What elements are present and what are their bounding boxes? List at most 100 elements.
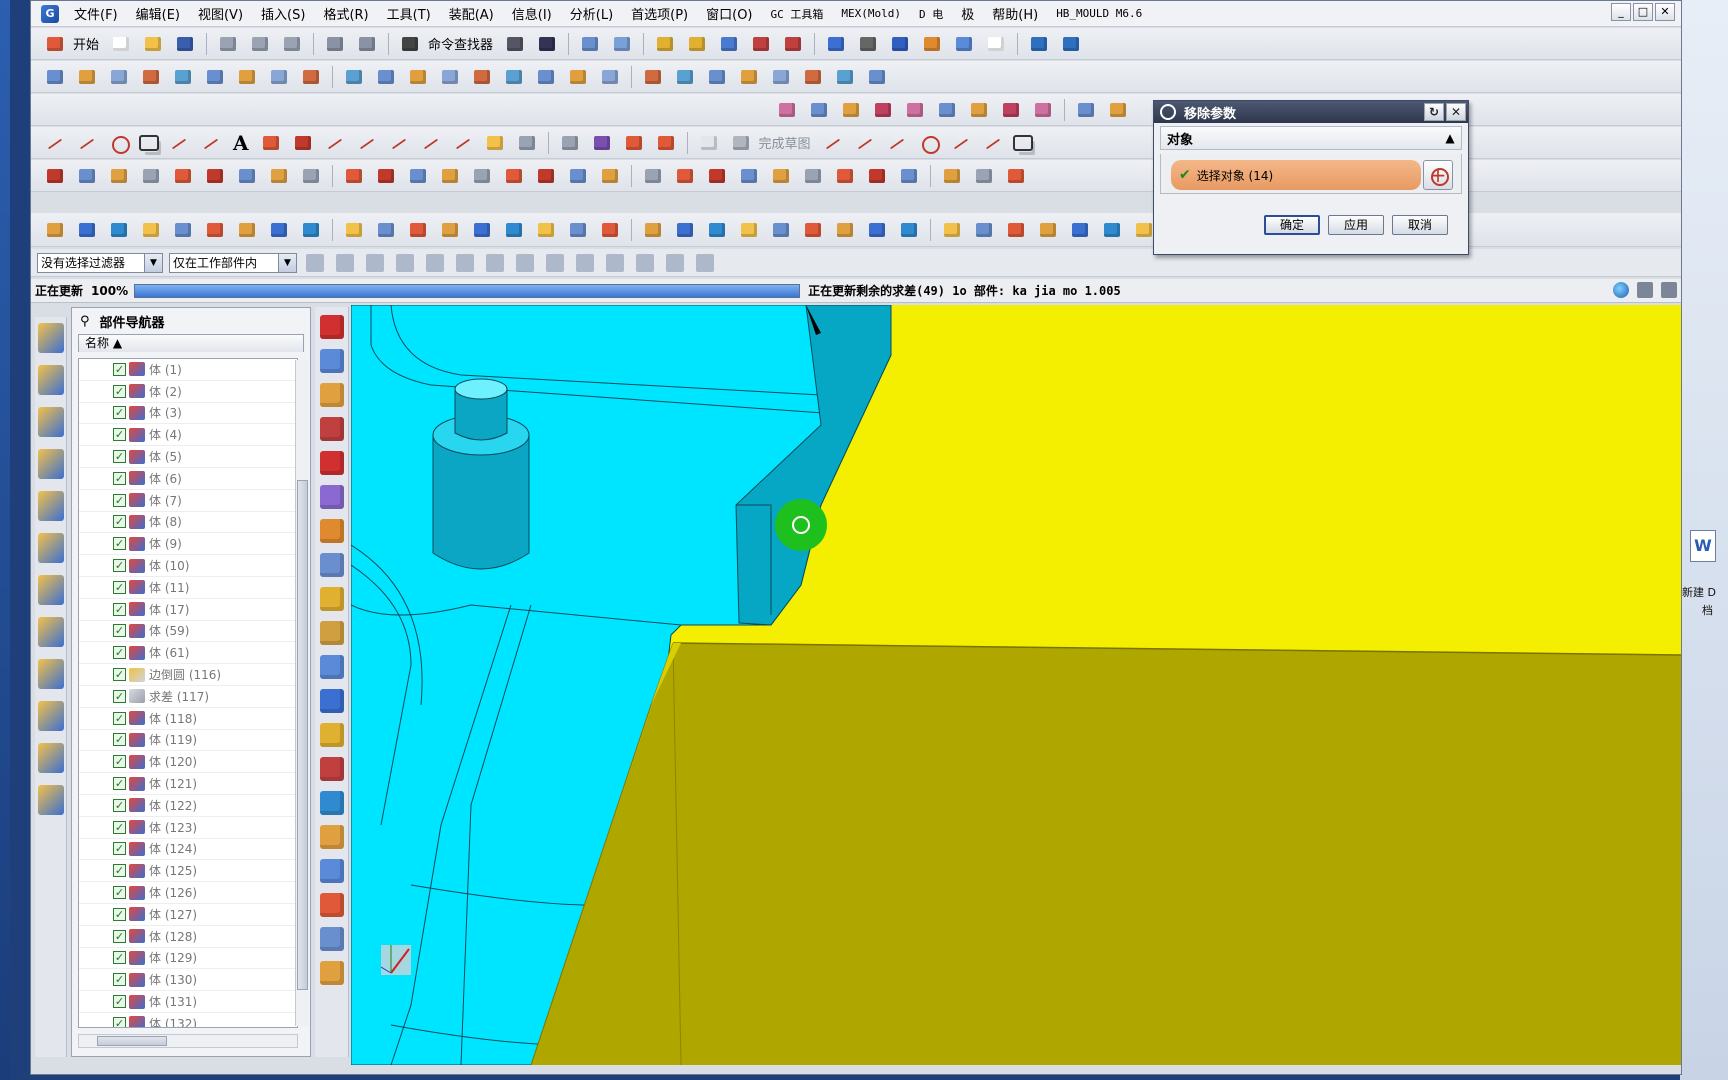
tree-row[interactable]: ✓ 体 (124): [79, 839, 297, 861]
show-icon[interactable]: [952, 33, 976, 55]
visibility-checkbox[interactable]: ✓: [113, 602, 126, 616]
apply-button[interactable]: 应用: [1328, 215, 1384, 235]
feature-tool-17-icon[interactable]: [598, 219, 622, 241]
wcs-icon[interactable]: [610, 33, 634, 55]
feature-tool-31-icon[interactable]: [1068, 219, 1092, 241]
curve-tool-18-icon[interactable]: [641, 165, 665, 187]
surface-tool-25-icon[interactable]: [865, 66, 889, 88]
part-navigator-tab-icon[interactable]: [38, 407, 64, 437]
visibility-checkbox[interactable]: ✓: [113, 929, 126, 943]
edit-curve-icon[interactable]: [558, 132, 582, 154]
curve-tool-26-icon[interactable]: [897, 165, 921, 187]
curve-tool-13-icon[interactable]: [470, 165, 494, 187]
feature-tool-14-icon[interactable]: [502, 219, 526, 241]
sketch-icon[interactable]: [697, 132, 721, 154]
select-object-field[interactable]: ✔ 选择对象 (14): [1171, 160, 1421, 190]
menu-item-3[interactable]: 插入(S): [252, 4, 314, 23]
tree-row[interactable]: ✓ 体 (1): [79, 359, 297, 381]
visibility-checkbox[interactable]: ✓: [113, 450, 126, 464]
rectangle-icon[interactable]: [139, 134, 159, 151]
curve-tool-4-icon[interactable]: [171, 165, 195, 187]
tree-row[interactable]: ✓ 体 (121): [79, 773, 297, 795]
tree-row[interactable]: ✓ 体 (132): [79, 1013, 297, 1027]
vertical-tool-8-icon[interactable]: [320, 587, 344, 611]
curve-from-bodies-icon[interactable]: [483, 132, 507, 154]
feature-op-tool-10-icon[interactable]: [1106, 99, 1130, 121]
system-materials-tab-icon[interactable]: [38, 785, 64, 815]
tree-row[interactable]: ✓ 体 (59): [79, 621, 297, 643]
point-icon[interactable]: [107, 132, 131, 154]
surface-tool-1-icon[interactable]: [75, 66, 99, 88]
pin-icon[interactable]: ⚲: [80, 314, 90, 329]
visibility-checkbox[interactable]: ✓: [113, 755, 126, 769]
visibility-checkbox[interactable]: ✓: [113, 798, 126, 812]
visibility-checkbox[interactable]: ✓: [113, 362, 126, 376]
studio-spline-icon[interactable]: [199, 132, 223, 154]
surface-tool-0-icon[interactable]: [43, 66, 67, 88]
restore-icon[interactable]: [1661, 282, 1677, 298]
tree-row[interactable]: ✓ 体 (7): [79, 490, 297, 512]
curve-tool-19-icon[interactable]: [673, 165, 697, 187]
sketch-line-icon[interactable]: [853, 132, 877, 154]
curve-tool-11-icon[interactable]: [406, 165, 430, 187]
menu-item-2[interactable]: 视图(V): [189, 4, 252, 23]
curve-tool-6-icon[interactable]: [235, 165, 259, 187]
arc-center-icon[interactable]: [576, 253, 594, 272]
visibility-checkbox[interactable]: ✓: [113, 711, 126, 725]
clock-tab-icon[interactable]: [38, 575, 64, 605]
surface-tool-19-icon[interactable]: [673, 66, 697, 88]
feature-tool-29-icon[interactable]: [1004, 219, 1028, 241]
tree-row[interactable]: ✓ 体 (61): [79, 642, 297, 665]
tree-row[interactable]: ✓ 体 (10): [79, 555, 297, 577]
vertical-tool-5-icon[interactable]: [320, 485, 344, 509]
feature-op-tool-2-icon[interactable]: [839, 99, 863, 121]
tree-row[interactable]: ✓ 体 (118): [79, 708, 297, 730]
feature-tool-2-icon[interactable]: [107, 219, 131, 241]
curve-tool-0-icon[interactable]: [43, 165, 67, 187]
sketch-rectangle-icon[interactable]: [1012, 134, 1033, 151]
visibility-checkbox[interactable]: ✓: [113, 973, 126, 987]
section-view-icon[interactable]: [1027, 33, 1051, 55]
surface-tool-22-icon[interactable]: [769, 66, 793, 88]
intersect-curve-icon[interactable]: [515, 132, 539, 154]
surface-tool-17-icon[interactable]: [598, 66, 622, 88]
curve-tool-16-icon[interactable]: [566, 165, 590, 187]
object-group-header[interactable]: 对象 ▲: [1160, 126, 1462, 150]
background-icon[interactable]: [984, 33, 1008, 55]
visibility-checkbox[interactable]: ✓: [113, 559, 126, 573]
sketch-fillet-icon[interactable]: [949, 132, 973, 154]
vertical-tool-7-icon[interactable]: [320, 553, 344, 577]
render-style-icon[interactable]: [856, 33, 880, 55]
vertical-tool-1-icon[interactable]: [320, 349, 344, 373]
scope-filter-select[interactable]: 仅在工作部件内 ▼: [169, 252, 297, 273]
minimize-button[interactable]: _: [1611, 3, 1631, 21]
copy-icon[interactable]: [248, 33, 272, 55]
surface-tool-7-icon[interactable]: [267, 66, 291, 88]
gear-icon[interactable]: [1160, 104, 1176, 120]
menu-item-10[interactable]: 窗口(O): [697, 4, 761, 23]
menu-item-6[interactable]: 装配(A): [440, 4, 503, 23]
vertical-tool-2-icon[interactable]: [320, 383, 344, 407]
view-orient-icon[interactable]: [717, 33, 741, 55]
curve-tool-1-icon[interactable]: [75, 165, 99, 187]
menu-item-16[interactable]: HB_MOULD M6.6: [1047, 7, 1151, 20]
feature-tool-3-icon[interactable]: [139, 219, 163, 241]
vertical-tool-12-icon[interactable]: [320, 723, 344, 747]
feature-tool-10-icon[interactable]: [374, 219, 398, 241]
visibility-checkbox[interactable]: ✓: [113, 886, 126, 900]
navigator-vertical-scrollbar[interactable]: [295, 360, 309, 1026]
menu-item-1[interactable]: 编辑(E): [127, 4, 189, 23]
sketch-arc-icon[interactable]: [885, 132, 909, 154]
vertical-tool-9-icon[interactable]: [320, 621, 344, 645]
control-point-icon[interactable]: [516, 253, 534, 272]
hide-icon[interactable]: [920, 33, 944, 55]
lasso-icon[interactable]: [426, 253, 444, 272]
surface-tool-5-icon[interactable]: [203, 66, 227, 88]
cancel-button[interactable]: 取消: [1392, 215, 1448, 235]
surface-tool-10-icon[interactable]: [374, 66, 398, 88]
mid-point-icon[interactable]: [486, 253, 504, 272]
menu-item-4[interactable]: 格式(R): [314, 4, 377, 23]
feature-op-tool-9-icon[interactable]: [1074, 99, 1098, 121]
vertical-tool-10-icon[interactable]: [320, 655, 344, 679]
feature-tool-21-icon[interactable]: [737, 219, 761, 241]
